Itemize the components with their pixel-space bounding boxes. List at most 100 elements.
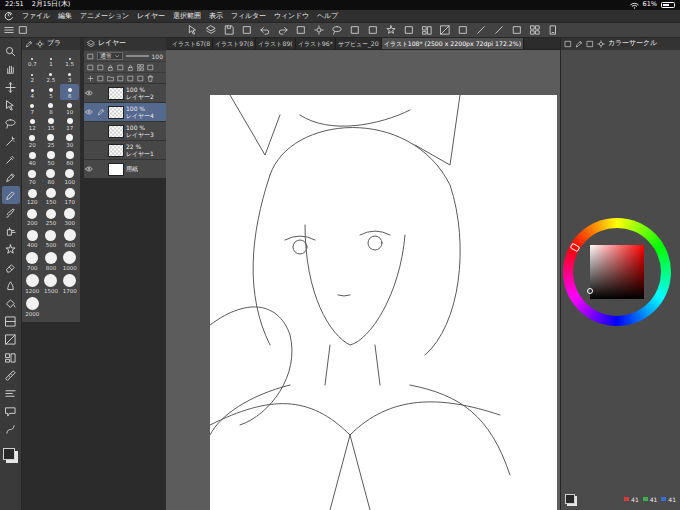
pen-tool[interactable]	[2, 168, 20, 186]
deco-icon[interactable]	[386, 25, 396, 35]
saturation-value-square[interactable]	[590, 245, 644, 299]
square-icon[interactable]	[564, 40, 572, 48]
figure-icon[interactable]	[440, 25, 450, 35]
document-tab[interactable]: イラスト89(	[256, 38, 295, 49]
artwork[interactable]	[210, 95, 557, 510]
square-icon[interactable]	[242, 25, 252, 35]
cursor-tool[interactable]	[2, 96, 20, 114]
gear-icon[interactable]	[314, 25, 324, 35]
plus-icon[interactable]	[87, 75, 94, 82]
brush-size[interactable]: 40	[23, 149, 42, 167]
brush-size[interactable]: 1.5	[60, 52, 79, 68]
brush-tool[interactable]	[2, 204, 20, 222]
opacity-value[interactable]: 100	[152, 52, 163, 61]
layers-icon[interactable]	[87, 40, 95, 48]
brush-size[interactable]: 1000	[60, 249, 79, 272]
brush-size[interactable]: 250	[42, 206, 61, 227]
app-logo-icon[interactable]	[4, 11, 14, 21]
brush-size[interactable]: 20	[23, 132, 42, 149]
blend-tool[interactable]	[2, 276, 20, 294]
square-icon[interactable]	[512, 25, 522, 35]
panel-tab[interactable]: ブラ	[47, 39, 61, 49]
brush-size[interactable]: 120	[23, 186, 42, 206]
square-icon[interactable]	[350, 25, 360, 35]
hand-tool[interactable]	[2, 60, 20, 78]
document-tab[interactable]: イラスト67(8	[170, 38, 213, 49]
frame-tool[interactable]	[2, 348, 20, 366]
brush-size[interactable]: 1	[42, 52, 61, 68]
square-icon[interactable]	[586, 40, 594, 48]
save-icon[interactable]	[224, 25, 234, 35]
brush-size[interactable]: 3	[60, 68, 79, 84]
brush-size[interactable]: 0.7	[23, 52, 42, 68]
canvas-stage[interactable]	[166, 50, 560, 510]
visibility-toggle[interactable]	[84, 126, 94, 136]
brush-size[interactable]: 1700	[60, 272, 79, 295]
brush-size[interactable]: 50	[42, 149, 61, 167]
brush-size[interactable]: 600	[60, 227, 79, 249]
brush-size[interactable]: 100	[60, 167, 79, 186]
square-icon[interactable]	[87, 64, 94, 71]
menu-item[interactable]: ヘルプ	[317, 11, 338, 22]
wand-tool[interactable]	[2, 132, 20, 150]
brush-size[interactable]: 500	[42, 227, 61, 249]
brush-size[interactable]: 60	[60, 149, 79, 167]
brush-size[interactable]: 6	[60, 84, 79, 100]
brush-size[interactable]: 800	[42, 249, 61, 272]
airbrush-tool[interactable]	[2, 222, 20, 240]
figure-tool[interactable]	[2, 330, 20, 348]
menu-item[interactable]: 選択範囲	[173, 11, 201, 22]
eraser-tool[interactable]	[2, 258, 20, 276]
brush-size[interactable]: 2.5	[42, 68, 61, 84]
square-icon[interactable]	[404, 25, 414, 35]
brush-size[interactable]: 150	[42, 186, 61, 206]
menu-item[interactable]: レイヤー	[137, 11, 165, 22]
pen-icon[interactable]	[575, 40, 583, 48]
ruler-tool[interactable]	[2, 366, 20, 384]
menu-item[interactable]: ファイル	[22, 11, 50, 22]
visibility-toggle[interactable]	[84, 145, 94, 155]
opacity-slider[interactable]	[126, 55, 149, 57]
document-tab[interactable]: イラスト97(8	[213, 38, 256, 49]
brush-size[interactable]: 12	[23, 116, 42, 132]
brush-size[interactable]: 17	[60, 116, 79, 132]
fill-tool[interactable]	[2, 294, 20, 312]
document-tab[interactable]: イラスト108* (2500 x 2200px 72dpi 172.2%)	[382, 38, 524, 49]
gradient-tool[interactable]	[2, 312, 20, 330]
brush-size[interactable]: 2000	[23, 295, 42, 318]
brush-size[interactable]: 200	[23, 206, 42, 227]
square-icon[interactable]	[127, 75, 134, 82]
zoom-tool[interactable]	[2, 42, 20, 60]
layers-icon[interactable]	[206, 25, 216, 35]
visibility-toggle[interactable]	[84, 164, 94, 174]
lasso-icon[interactable]	[332, 25, 342, 35]
menu-item[interactable]: アニメーション	[80, 11, 129, 22]
trash-icon[interactable]	[147, 75, 154, 82]
brush-size[interactable]: 8	[42, 100, 61, 116]
square-icon[interactable]	[97, 64, 104, 71]
square-icon[interactable]	[458, 25, 468, 35]
main-color-swatch[interactable]	[3, 448, 15, 460]
brush-size[interactable]: 30	[60, 132, 79, 149]
pencil-tool[interactable]	[2, 186, 20, 204]
brush-size[interactable]: 25	[42, 132, 61, 149]
brush-size[interactable]: 170	[60, 186, 79, 206]
document-tab[interactable]: イラスト96*	[296, 38, 336, 49]
square-icon[interactable]	[97, 75, 104, 82]
lock-icon[interactable]	[127, 64, 134, 71]
brush-size[interactable]: 400	[23, 227, 42, 249]
frame-icon[interactable]	[422, 25, 432, 35]
brush-size[interactable]: 70	[23, 167, 42, 186]
layer-row[interactable]: 用紙	[84, 159, 166, 178]
folder-icon[interactable]	[107, 75, 114, 82]
menu-icon[interactable]	[4, 25, 14, 35]
grid-icon[interactable]	[530, 25, 540, 35]
brush-size[interactable]: 5	[42, 84, 61, 100]
grid-icon[interactable]	[137, 64, 144, 71]
lasso-tool[interactable]	[2, 114, 20, 132]
square-icon[interactable]	[18, 25, 28, 35]
square-icon[interactable]	[137, 75, 144, 82]
cursor-icon[interactable]	[188, 25, 198, 35]
layer-row[interactable]: 100 %レイヤー4	[84, 102, 166, 121]
line-icon[interactable]	[476, 25, 486, 35]
